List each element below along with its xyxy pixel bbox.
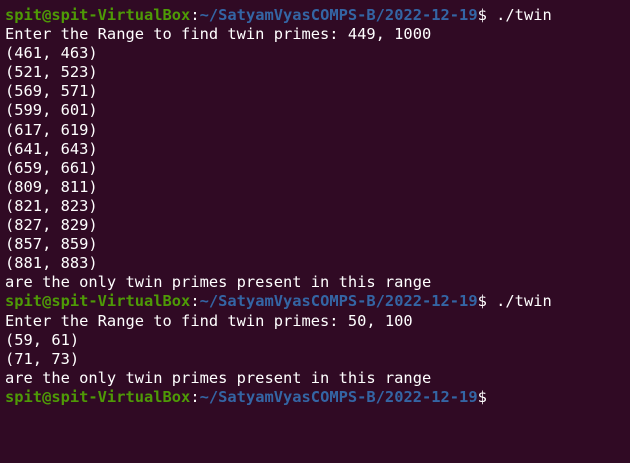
input-line: Enter the Range to find twin primes: 50,… (5, 311, 413, 330)
terminal-window[interactable]: spit@spit-VirtualBox:~/SatyamVyasCOMPS-B… (0, 0, 630, 463)
prompt-separator: : (190, 292, 200, 311)
prompt-user: spit@spit-VirtualBox (5, 292, 191, 311)
prompt-separator: : (190, 6, 200, 24)
prompt-dollar: $ (477, 292, 497, 311)
prompt-separator: : (190, 387, 200, 406)
output-pair: (71, 73) (5, 349, 80, 368)
output-pair: (659, 661) (5, 158, 98, 177)
prompt-path: ~/SatyamVyasCOMPS-B/2022-12-19 (199, 292, 478, 311)
output-pair: (809, 811) (5, 177, 98, 196)
prompt-user: spit@spit-VirtualBox (5, 387, 191, 406)
prompt-dollar: $ (477, 6, 497, 24)
prompt-line: spit@spit-VirtualBox:~/SatyamVyasCOMPS-B… (5, 292, 630, 311)
output-pair: (821, 823) (5, 196, 98, 215)
active-prompt-line[interactable]: spit@spit-VirtualBox:~/SatyamVyasCOMPS-B… (5, 388, 630, 407)
prompt-user: spit@spit-VirtualBox (5, 6, 191, 24)
input-line: Enter the Range to find twin primes: 449… (5, 25, 432, 44)
output-pair: (59, 61) (5, 330, 80, 349)
command-text: ./twin (496, 292, 552, 311)
output-list: (59, 61) (71, 73) (5, 331, 630, 369)
prompt-path: ~/SatyamVyasCOMPS-B/2022-12-19 (199, 6, 478, 24)
output-pair: (881, 883) (5, 254, 98, 273)
prompt-dollar: $ (477, 387, 487, 406)
output-pair: (599, 601) (5, 101, 98, 120)
output-pair: (827, 829) (5, 216, 98, 235)
output-list: (461, 463) (521, 523) (569, 571) (599, 6… (5, 44, 630, 273)
prompt-path: ~/SatyamVyasCOMPS-B/2022-12-19 (199, 387, 478, 406)
output-pair: (641, 643) (5, 139, 98, 158)
output-pair: (461, 463) (5, 44, 98, 63)
command-text: ./twin (496, 6, 552, 24)
summary-line: are the only twin primes present in this… (5, 273, 432, 292)
output-pair: (569, 571) (5, 82, 98, 101)
prompt-line: spit@spit-VirtualBox:~/SatyamVyasCOMPS-B… (5, 6, 630, 25)
output-pair: (617, 619) (5, 120, 98, 139)
output-pair: (857, 859) (5, 235, 98, 254)
summary-line: are the only twin primes present in this… (5, 368, 432, 387)
output-pair: (521, 523) (5, 63, 98, 82)
